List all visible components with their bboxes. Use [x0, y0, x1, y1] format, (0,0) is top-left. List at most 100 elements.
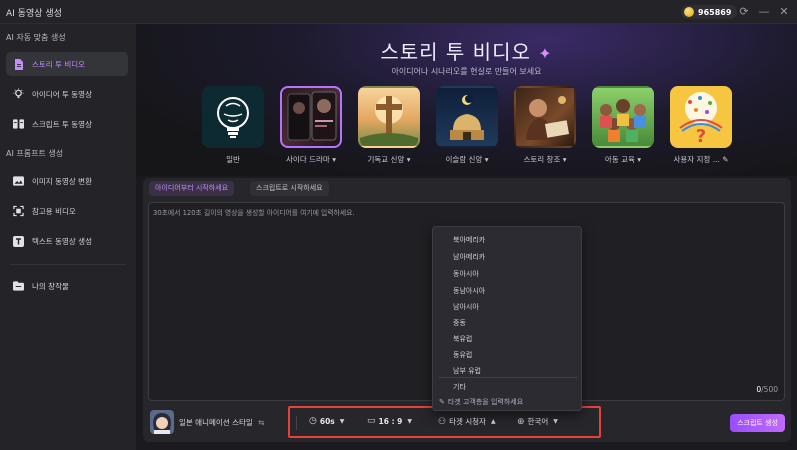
page-title: 스토리 투 비디오 ✦ — [136, 36, 797, 65]
dropdown-option-other[interactable]: 기타 — [453, 382, 466, 392]
dropdown-option[interactable]: 동아시아 — [453, 269, 479, 279]
dropdown-option[interactable]: 북유럽 — [453, 334, 472, 344]
page-subtitle: 아이디어나 시나리오를 현실로 만들어 보세요 — [391, 67, 542, 76]
style-selector[interactable]: 일본 애니메이션 스타일 ⇆ — [179, 417, 264, 428]
sidebar-item-image-to-video[interactable]: 이미지 동영상 변환 — [6, 169, 128, 193]
category-label-text: 아동 교육 — [604, 155, 635, 164]
category-custom[interactable]: ? 사용자 지정 ... ✎ — [670, 86, 734, 186]
sidebar-item-my-works[interactable]: 나의 창작물 — [6, 274, 128, 298]
category-christian[interactable]: 기독교 신앙 ▾ — [358, 86, 422, 186]
category-general[interactable]: 일반 — [202, 86, 266, 186]
char-counter: 0/500 — [756, 385, 778, 394]
chevron-up-icon: ▲ — [490, 418, 496, 425]
dropdown-option[interactable]: 북아메리카 — [453, 235, 485, 245]
section-prompt-generate: AI 프롬프트 생성 — [6, 149, 64, 158]
category-label: 일반 — [193, 154, 273, 165]
divider — [296, 416, 297, 430]
category-thumbnail — [436, 86, 498, 148]
dropdown-option[interactable]: 남아시아 — [453, 302, 479, 312]
language-select[interactable]: ⊕ 한국어 ▼ — [517, 416, 558, 427]
section-auto-generate: AI 자동 맞춤 생성 — [6, 33, 66, 42]
sidebar-item-label: 이미지 동영상 변환 — [32, 176, 92, 186]
style-label-text: 일본 애니메이션 스타일 — [179, 418, 253, 427]
category-label: 아동 교육 ▾ — [583, 154, 663, 165]
category-label-text: 일반 — [226, 155, 240, 164]
category-label-text: 사용자 지정 ... — [673, 155, 720, 164]
sidebar-item-label: 아이디어 투 동영상 — [32, 89, 92, 99]
document-icon — [13, 58, 24, 70]
clock-icon: ◷ — [309, 416, 317, 426]
refresh-icon[interactable]: ⟳ — [737, 5, 751, 19]
folder-icon — [13, 281, 24, 292]
audience-dropdown: 북아메리카 남아메리카 동아시아 동남아시아 남아시아 중동 북유럽 동유럽 남… — [432, 226, 582, 411]
style-thumbnail[interactable] — [150, 410, 174, 434]
text-icon — [13, 235, 24, 247]
credits-badge[interactable]: 965869 — [681, 5, 738, 19]
sidebar-item-reference-video[interactable]: 참고용 비디오 — [6, 199, 128, 223]
chevron-down-icon: ▾ — [406, 155, 411, 164]
category-kids-education[interactable]: 아동 교육 ▾ — [592, 86, 656, 186]
category-label: 이슬람 신앙 ▾ — [427, 154, 507, 165]
dropdown-option[interactable]: 중동 — [453, 318, 466, 328]
chevron-down-icon: ▾ — [332, 155, 336, 164]
dropdown-option[interactable]: 동유럽 — [453, 350, 472, 360]
category-label-text: 이슬람 신앙 — [445, 155, 483, 164]
image-icon — [13, 176, 24, 187]
reference-video-icon — [13, 205, 24, 217]
script-icon — [13, 119, 24, 130]
hero-banner: 스토리 투 비디오 ✦ 아이디어나 시나리오를 현실로 만들어 보세요 일반 사… — [136, 24, 797, 176]
category-label-text: 기독교 신앙 — [367, 155, 405, 164]
custom-audience-placeholder: 타겟 고객층을 입력하세요 — [447, 398, 524, 406]
category-thumbnail — [358, 86, 420, 148]
tab-start-from-script[interactable]: 스크립트로 시작하세요 — [250, 181, 329, 196]
custom-audience-input[interactable]: ✎ 타겟 고객층을 입력하세요 — [439, 397, 523, 407]
coin-icon — [684, 7, 694, 17]
sidebar-item-idea-to-video[interactable]: 아이디어 투 동영상 — [6, 82, 128, 106]
globe-icon: ⊕ — [517, 416, 525, 427]
category-thumbnail — [592, 86, 654, 148]
chevron-down-icon: ▾ — [637, 155, 642, 164]
category-label: 사이다 드라마 ▾ — [271, 154, 351, 165]
question-mark-icon: ? — [679, 92, 723, 146]
mosque-icon — [450, 95, 484, 140]
category-cider-drama[interactable]: 사이다 드라마 ▾ — [280, 86, 344, 186]
svg-text:?: ? — [696, 126, 706, 146]
generate-script-button[interactable]: 스크립트 생성 — [730, 414, 785, 432]
dropdown-divider — [439, 377, 577, 378]
sidebar-item-label: 참고용 비디오 — [32, 206, 76, 216]
edit-pencil-icon: ✎ — [722, 155, 729, 164]
lightbulb-icon — [13, 88, 24, 100]
aspect-ratio-select[interactable]: ▭ 16 : 9 ▼ — [367, 416, 412, 426]
cross-icon — [360, 96, 418, 146]
category-thumbnail — [202, 86, 264, 148]
category-story-creation[interactable]: 스토리 창조 ▾ — [514, 86, 578, 186]
tab-start-from-idea[interactable]: 아이디어부터 시작하세요 — [149, 181, 235, 196]
chevron-down-icon: ▾ — [562, 155, 567, 164]
textarea-placeholder: 30초에서 120초 길이의 영상을 생성할 아이디어를 여기에 입력하세요. — [153, 209, 355, 217]
audience-icon: ⚇ — [438, 416, 447, 427]
duration-value: 60s — [319, 416, 335, 426]
sidebar-item-story-to-video[interactable]: 스토리 투 비디오 — [6, 52, 128, 76]
sidebar-item-label: 나의 창작물 — [32, 281, 69, 291]
dropdown-option[interactable]: 남부 유럽 — [453, 366, 481, 376]
sidebar-item-label: 스토리 투 비디오 — [32, 59, 86, 69]
dropdown-option[interactable]: 남아메리카 — [453, 252, 485, 262]
minimize-icon[interactable]: — — [757, 5, 771, 19]
target-audience-select[interactable]: ⚇ 타겟 시청자 ▲ — [438, 416, 496, 427]
category-thumbnail — [280, 86, 342, 148]
storyteller-icon — [526, 96, 570, 140]
duration-select[interactable]: ◷ 60s ▼ — [309, 416, 344, 426]
sidebar-item-script-to-video[interactable]: 스크립트 투 동영상 — [6, 112, 128, 136]
dropdown-option[interactable]: 동남아시아 — [453, 286, 485, 296]
switch-icon: ⇆ — [255, 418, 265, 427]
sidebar-item-label: 스크립트 투 동영상 — [32, 119, 92, 129]
category-islam[interactable]: 이슬람 신앙 ▾ — [436, 86, 500, 186]
drama-poster-icon — [287, 91, 337, 141]
audience-value: 타겟 시청자 — [449, 417, 486, 426]
close-icon[interactable]: ✕ — [777, 5, 791, 19]
app-title: AI 동영상 생성 — [6, 9, 62, 19]
aspect-ratio-value: 16 : 9 — [378, 416, 403, 426]
sidebar-item-text-to-video[interactable]: 텍스트 동영상 생성 — [6, 229, 128, 253]
title-bar: AI 동영상 생성 965869 ⟳ — ✕ — [0, 0, 797, 24]
kids-icon — [600, 99, 646, 142]
